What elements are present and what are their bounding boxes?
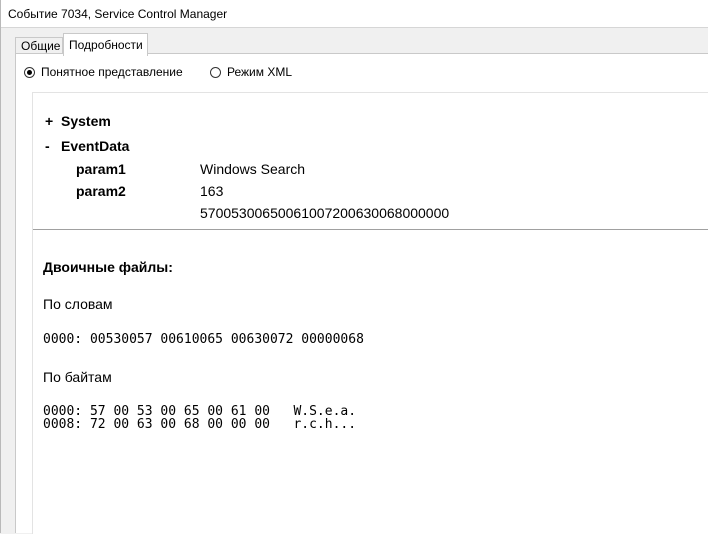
radio-friendly-view-label: Понятное представление bbox=[41, 65, 183, 79]
tab-details[interactable]: Подробности bbox=[63, 33, 148, 56]
view-mode-group: Понятное представление Режим XML bbox=[24, 65, 704, 81]
param-value: 163 bbox=[200, 183, 224, 199]
radio-selected-icon bbox=[24, 66, 35, 78]
words-label: По словам bbox=[43, 296, 113, 312]
radio-friendly-view[interactable]: Понятное представление bbox=[24, 65, 183, 79]
words-line: 0000: 00530057 00610065 00630072 0000006… bbox=[43, 332, 364, 347]
event-properties-window: Событие 7034, Service Control Manager Об… bbox=[0, 0, 708, 534]
event-details-content[interactable]: + System - EventData param1 Windows Search… bbox=[32, 92, 708, 534]
divider bbox=[33, 229, 708, 230]
tree-node-system-label: System bbox=[61, 113, 111, 129]
details-panel: Понятное представление Режим XML + System… bbox=[15, 53, 708, 534]
param-name: param2 bbox=[76, 183, 126, 199]
title-bar[interactable]: Событие 7034, Service Control Manager bbox=[1, 0, 708, 28]
expand-icon[interactable]: + bbox=[45, 113, 61, 129]
tree-node-eventdata-label: EventData bbox=[61, 138, 130, 154]
radio-xml-view[interactable]: Режим XML bbox=[210, 65, 292, 79]
radio-unselected-icon bbox=[210, 66, 221, 78]
radio-xml-view-label: Режим XML bbox=[227, 65, 293, 79]
bytes-label: По байтам bbox=[43, 369, 112, 385]
window-title: Событие 7034, Service Control Manager bbox=[8, 7, 228, 21]
param-name: param1 bbox=[76, 161, 126, 177]
tree-node-system[interactable]: + System bbox=[45, 113, 111, 129]
binary-data-value: 57005300650061007200630068000000 bbox=[200, 205, 450, 221]
binary-heading: Двоичные файлы: bbox=[43, 259, 173, 275]
param-value: Windows Search bbox=[200, 161, 306, 177]
bytes-line: 0008: 72 00 63 00 68 00 00 00 r.c.h... bbox=[43, 417, 357, 432]
tree-node-eventdata[interactable]: - EventData bbox=[45, 138, 129, 154]
collapse-icon[interactable]: - bbox=[45, 138, 61, 154]
